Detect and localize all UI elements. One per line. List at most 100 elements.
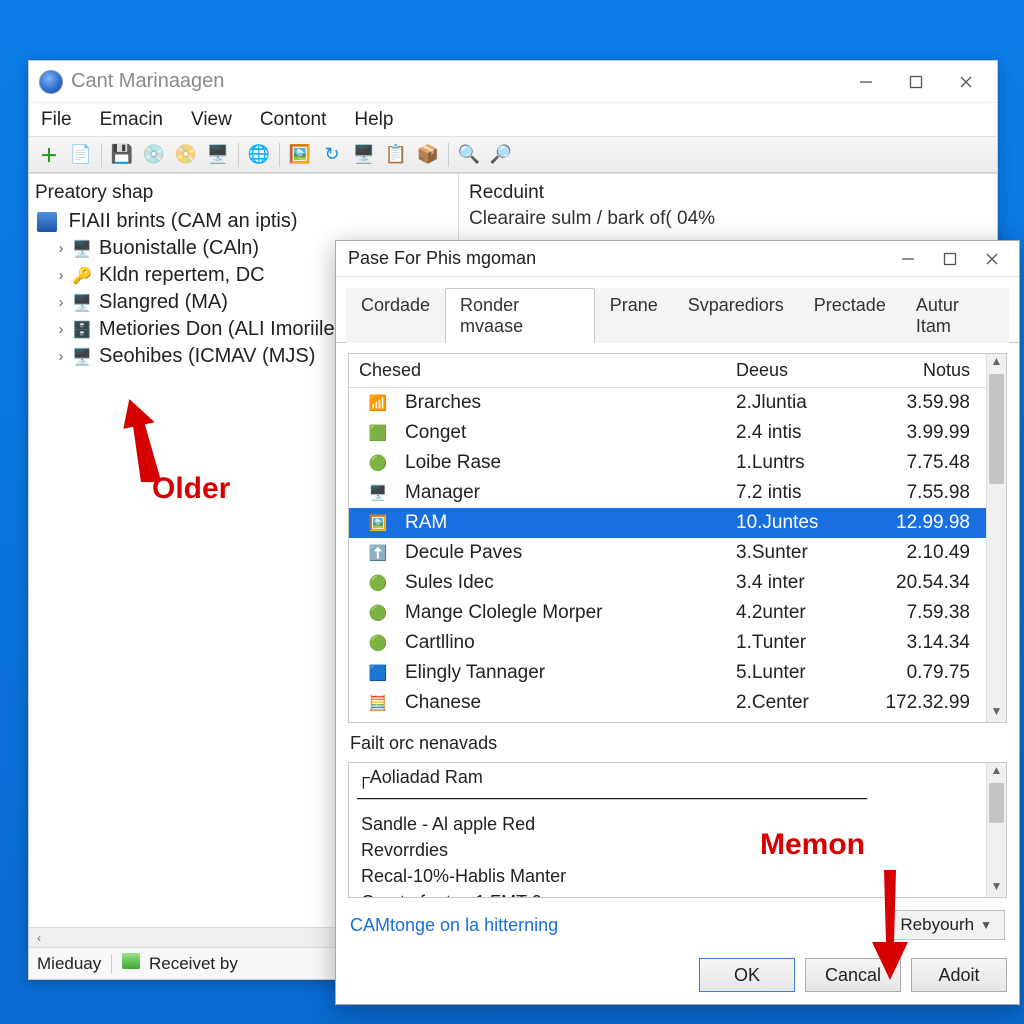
row-deeus: 2.Center (726, 692, 856, 714)
status-separator (111, 954, 112, 974)
status-right: Receivet by (122, 953, 238, 974)
right-pane-title: Recduint (469, 182, 987, 204)
tool-monitor-icon[interactable]: 🖥️ (204, 141, 232, 169)
table-row[interactable]: ⬆️Decule Paves3.Sunter2.10.49 (349, 538, 986, 568)
scrollbar-thumb[interactable] (989, 374, 1004, 484)
row-notus: 20.54.34 (856, 572, 986, 594)
tree-item-label: Metiories Don (ALI Imoriile (99, 318, 335, 341)
app-icon (39, 70, 63, 94)
column-chesed[interactable]: Chesed (349, 354, 726, 387)
tool-screen-icon[interactable]: 🖥️ (350, 141, 378, 169)
dialog-close-button[interactable] (971, 244, 1013, 274)
menu-help[interactable]: Help (354, 109, 393, 131)
scroll-left-icon[interactable]: ‹ (29, 931, 49, 945)
row-deeus: 2.Jluntia (726, 392, 856, 414)
tab-cordade[interactable]: Cordade (346, 288, 445, 343)
dialog-titlebar: Pase For Phis mgoman (336, 241, 1019, 277)
row-notus: 7.55.98 (856, 482, 986, 504)
vertical-scrollbar[interactable]: ▲ ▼ (986, 763, 1006, 897)
table-row[interactable]: 🧮Chanese2.Center172.32.99 (349, 688, 986, 718)
menu-file[interactable]: File (41, 109, 72, 131)
scroll-down-icon[interactable]: ▼ (987, 704, 1006, 722)
scroll-up-icon[interactable]: ▲ (987, 354, 1006, 372)
tool-list-icon[interactable]: 📋 (382, 141, 410, 169)
table-row[interactable]: 🟢Mange Clolegle Morper4.2unter7.59.38 (349, 598, 986, 628)
dialog-maximize-button[interactable] (929, 244, 971, 274)
tool-save-icon[interactable]: 💾 (108, 141, 136, 169)
row-icon: 🟦 (367, 663, 389, 683)
menu-emacin[interactable]: Emacin (100, 109, 163, 131)
close-button[interactable] (941, 64, 991, 100)
row-notus: 0.79.75 (856, 662, 986, 684)
row-deeus: 3.Sunter (726, 542, 856, 564)
tool-picture-icon[interactable]: 🖼️ (286, 141, 314, 169)
row-name: Cartllino (395, 632, 726, 654)
row-notus: 3.99.99 (856, 422, 986, 444)
ok-button[interactable]: OK (699, 958, 795, 992)
table-row[interactable]: 🟢Loibe Rase1.Luntrs7.75.48 (349, 448, 986, 478)
row-deeus: 3.4 inter (726, 572, 856, 594)
row-icon: 🟩 (367, 423, 389, 443)
detail-line: Revorrdies (359, 837, 976, 863)
titlebar: Cant Marinaagen (29, 61, 997, 103)
tree-item-label: Kldn repertem, DC (99, 264, 265, 287)
table-row[interactable]: 🖥️Manager7.2 intis7.55.98 (349, 478, 986, 508)
tool-disk-icon[interactable]: 💿 (140, 141, 168, 169)
toolbar-separator (448, 143, 449, 167)
tool-zoom-icon[interactable]: 🔎 (487, 141, 515, 169)
detail-group-title: ┌Aoliadad Ram ──────────────────────────… (357, 767, 976, 809)
column-deeus[interactable]: Deeus (726, 354, 856, 387)
tab-autur-itam[interactable]: Autur Itam (901, 288, 1009, 343)
table-row[interactable]: 🖼️RAM10.Juntes12.99.98 (349, 508, 986, 538)
table-row[interactable]: 🟦Elingly Tannager5.Lunter0.79.75 (349, 658, 986, 688)
maximize-button[interactable] (891, 64, 941, 100)
dialog-window-controls (887, 244, 1013, 274)
row-deeus: 1.Tunter (726, 632, 856, 654)
tab-ronder-mvaase[interactable]: Ronder mvaase (445, 288, 595, 343)
row-deeus: 7.2 intis (726, 482, 856, 504)
tool-cd-icon[interactable]: 📀 (172, 141, 200, 169)
tool-refresh-icon[interactable]: ↻ (318, 141, 346, 169)
tool-globe-icon[interactable]: 🌐 (245, 141, 273, 169)
table-row[interactable]: 📶Brarches2.Jluntia3.59.98 (349, 388, 986, 418)
row-icon: 🧮 (367, 693, 389, 713)
scroll-up-icon[interactable]: ▲ (987, 763, 1006, 781)
menu-view[interactable]: View (191, 109, 232, 131)
tab-prane[interactable]: Prane (595, 288, 673, 343)
table-row[interactable]: 🟢Cartllino1.Tunter3.14.34 (349, 628, 986, 658)
minimize-button[interactable] (841, 64, 891, 100)
tree-root[interactable]: FIAII brints (CAM an iptis) (35, 208, 452, 235)
row-name: Elingly Tannager (395, 662, 726, 684)
tool-pack-icon[interactable]: 📦 (414, 141, 442, 169)
menu-contont[interactable]: Contont (260, 109, 327, 131)
status-icon (122, 953, 140, 969)
list-header: Chesed Deeus Notus (349, 354, 986, 388)
adoit-button[interactable]: Adoit (911, 958, 1007, 992)
scrollbar-thumb[interactable] (989, 783, 1004, 823)
chevron-down-icon: ▼ (980, 918, 992, 932)
vertical-scrollbar[interactable]: ▲ ▼ (986, 354, 1006, 722)
cancel-button[interactable]: Cancal (805, 958, 901, 992)
tool-doc-icon[interactable]: 📄 (67, 141, 95, 169)
scroll-down-icon[interactable]: ▼ (987, 879, 1006, 897)
row-name: Brarches (395, 392, 726, 414)
row-name: Conget (395, 422, 726, 444)
tool-add-icon[interactable]: ＋ (35, 141, 63, 169)
table-row[interactable]: 🟩Conget2.4 intis3.99.99 (349, 418, 986, 448)
tab-svparediors[interactable]: Svparediors (673, 288, 799, 343)
node-icon: 🖥️ (71, 239, 93, 259)
tool-search-icon[interactable]: 🔍 (455, 141, 483, 169)
menubar: File Emacin View Contont Help (29, 103, 997, 137)
tab-prectade[interactable]: Prectade (799, 288, 901, 343)
table-row[interactable]: 🟢Sules Idec3.4 inter20.54.34 (349, 568, 986, 598)
rebyourh-dropdown[interactable]: Rebyourh ▼ (887, 910, 1005, 940)
row-icon: ⬆️ (367, 543, 389, 563)
help-link[interactable]: CAMtonge on la hitterning (350, 915, 558, 936)
row-icon: 🟢 (367, 633, 389, 653)
sub-label: Failt orc nenavads (350, 733, 1005, 754)
column-notus[interactable]: Notus (856, 354, 986, 387)
window-controls (841, 64, 991, 100)
dialog-minimize-button[interactable] (887, 244, 929, 274)
tree-item-label: Buonistalle (CAln) (99, 237, 259, 260)
node-icon: 🔑 (71, 266, 93, 286)
